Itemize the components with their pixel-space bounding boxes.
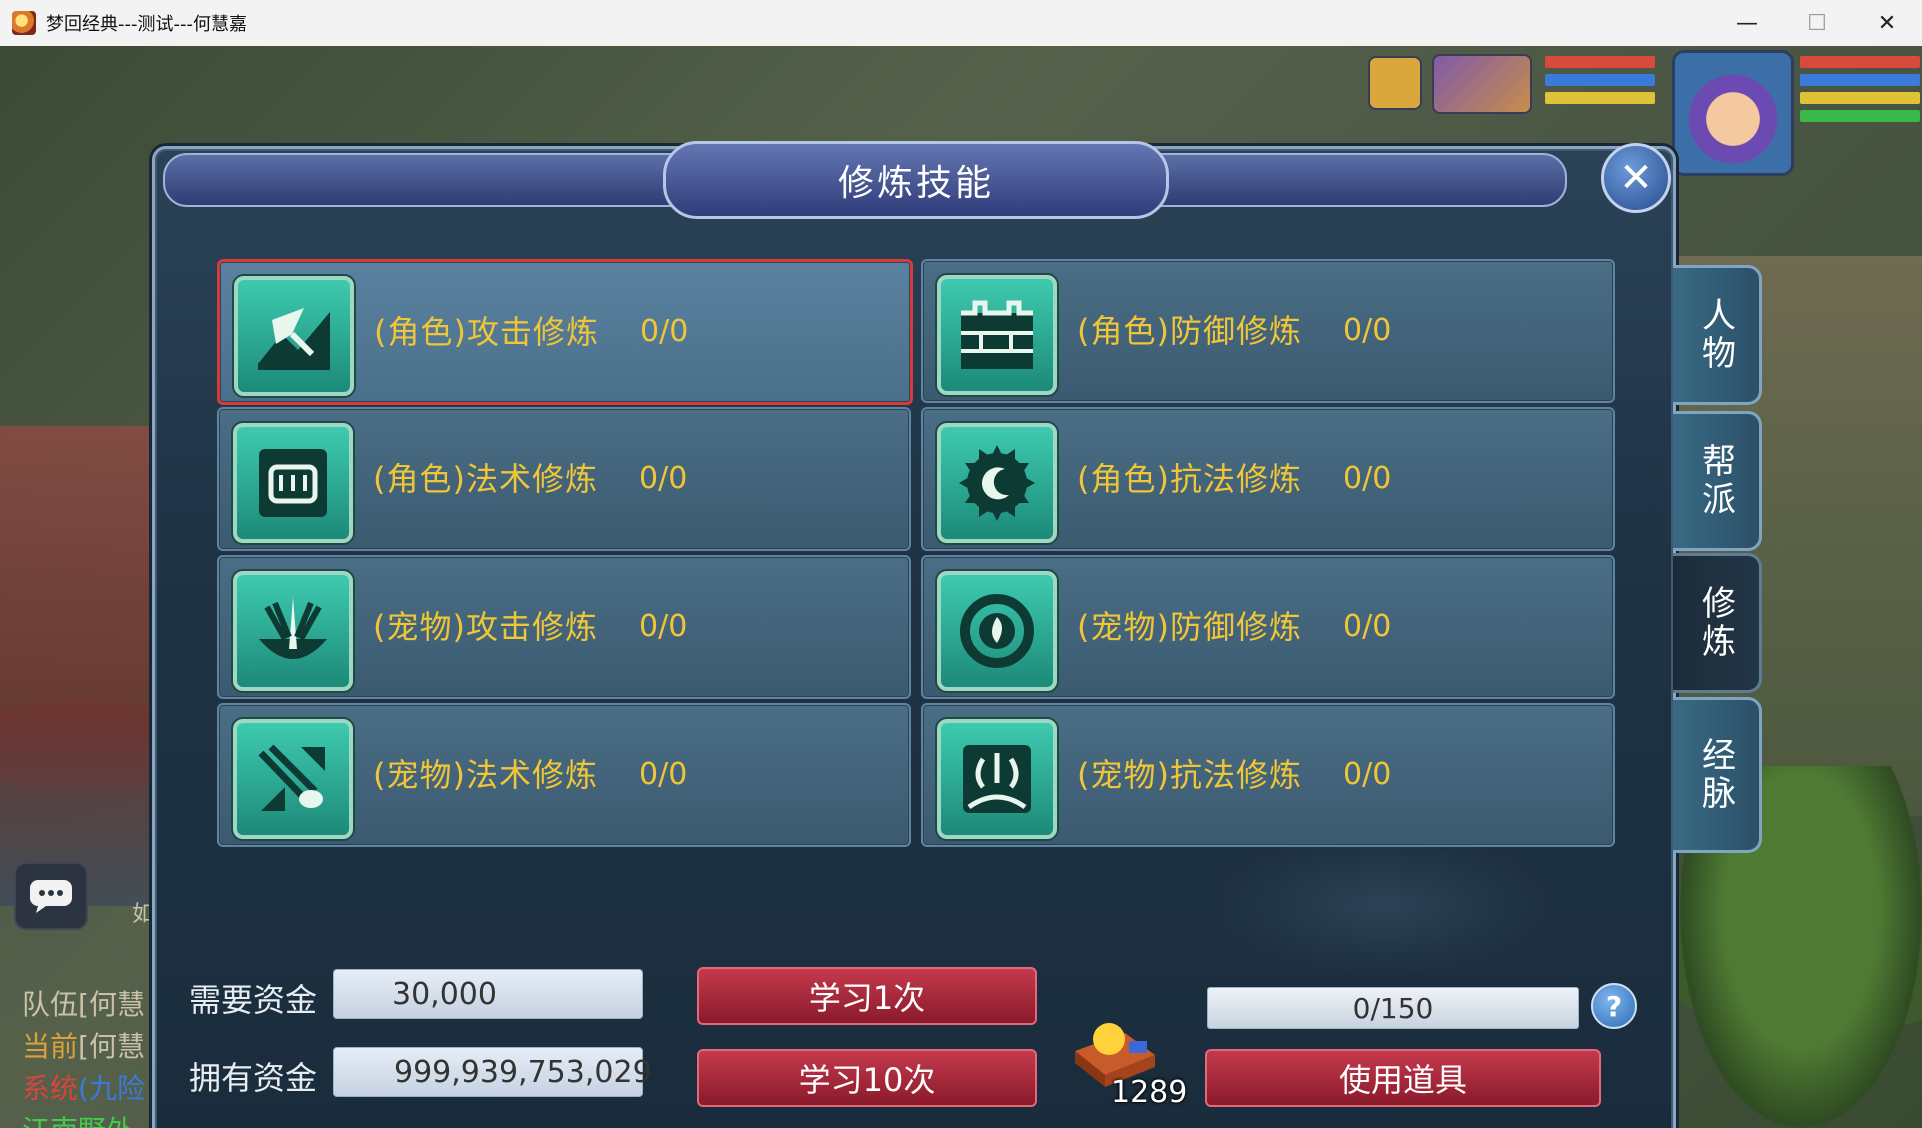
skill-role-defense[interactable]: (角色)防御修炼 0/0 <box>921 259 1615 403</box>
help-icon[interactable]: ? <box>1591 983 1637 1029</box>
close-window-button[interactable]: ✕ <box>1852 0 1922 46</box>
background-building <box>0 426 150 906</box>
pet-portrait-2[interactable] <box>1432 54 1532 114</box>
skill-level: 0/0 <box>639 461 688 496</box>
learn-ten-times-button[interactable]: 学习10次 <box>697 1049 1037 1107</box>
player-avatar[interactable] <box>1672 50 1794 176</box>
skill-pet-magic[interactable]: (宠物)法术修炼 0/0 <box>217 703 911 847</box>
use-item-button[interactable]: 使用道具 <box>1205 1049 1601 1107</box>
skill-pet-attack[interactable]: (宠物)攻击修炼 0/0 <box>217 555 911 699</box>
chat-fragment: 如 <box>132 902 155 927</box>
game-scene: 如 队伍[何慧 当前[何慧 系统(九险 江南野外 修炼技能 ✕ (角色)攻击修炼… <box>0 46 1922 1128</box>
required-funds-label: 需要资金 <box>189 981 318 1019</box>
skill-name: (角色)防御修炼 <box>1077 312 1302 350</box>
skill-role-resist[interactable]: (角色)抗法修炼 0/0 <box>921 407 1615 551</box>
skill-name: (宠物)攻击修炼 <box>373 608 598 646</box>
player-status-bars <box>1800 56 1920 128</box>
item-count: 1289 <box>1111 1075 1188 1110</box>
skill-name: (角色)攻击修炼 <box>374 313 599 351</box>
skill-role-magic[interactable]: (角色)法术修炼 0/0 <box>217 407 911 551</box>
pet-portrait[interactable] <box>1368 56 1422 110</box>
skill-role-attack[interactable]: (角色)攻击修炼 0/0 <box>217 259 913 405</box>
chat-line: 系统(九险 <box>22 1072 145 1105</box>
tab-cultivation[interactable]: 修炼 <box>1673 553 1762 693</box>
skill-level: 0/0 <box>1343 461 1392 496</box>
chat-line: 江南野外 <box>22 1110 145 1128</box>
chat-line: 队伍[何慧 <box>22 988 145 1021</box>
cultivation-progress: 0/150 <box>1207 987 1579 1029</box>
tab-character[interactable]: 人物 <box>1673 265 1762 405</box>
required-funds-field: 30,000 <box>333 969 643 1019</box>
cultivation-dialog: 修炼技能 ✕ (角色)攻击修炼 0/0 (角色)防御修炼 0/0 (角色)法术修… <box>152 141 1762 1128</box>
app-icon <box>12 11 36 35</box>
learn-once-button[interactable]: 学习1次 <box>697 967 1037 1025</box>
skill-level: 0/0 <box>639 609 688 644</box>
pet-defense-icon <box>937 571 1057 691</box>
dialog-close-button[interactable]: ✕ <box>1601 143 1671 213</box>
chat-line: 当前[何慧 <box>22 1030 145 1063</box>
role-resist-icon <box>937 423 1057 543</box>
skill-name: (宠物)抗法修炼 <box>1077 756 1302 794</box>
role-defense-icon <box>937 275 1057 395</box>
maximize-button[interactable]: ☐ <box>1782 0 1852 46</box>
skill-level: 0/0 <box>1343 757 1392 792</box>
cloud-decoration <box>1203 831 1563 981</box>
skill-name: (角色)法术修炼 <box>373 460 598 498</box>
pet-status-bars <box>1545 56 1655 110</box>
skill-name: (宠物)法术修炼 <box>373 756 598 794</box>
skill-pet-defense[interactable]: (宠物)防御修炼 0/0 <box>921 555 1615 699</box>
dialog-title: 修炼技能 <box>663 141 1169 219</box>
skill-level: 0/0 <box>639 757 688 792</box>
skill-level: 0/0 <box>640 314 689 349</box>
close-icon: ✕ <box>1619 155 1653 201</box>
tab-guild[interactable]: 帮派 <box>1673 411 1762 551</box>
pet-attack-icon <box>233 571 353 691</box>
skill-level: 0/0 <box>1343 313 1392 348</box>
role-attack-icon <box>234 276 354 396</box>
role-magic-icon <box>233 423 353 543</box>
skill-level: 0/0 <box>1343 609 1392 644</box>
chat-log: 队伍[何慧 当前[何慧 系统(九险 江南野外 <box>22 984 145 1128</box>
tab-meridian[interactable]: 经脉 <box>1673 697 1762 853</box>
chat-bubble-icon <box>30 880 72 913</box>
owned-funds-label: 拥有资金 <box>189 1059 318 1097</box>
window-titlebar: 梦回经典---测试---何慧嘉 — ☐ ✕ <box>0 0 1922 47</box>
skill-pet-resist[interactable]: (宠物)抗法修炼 0/0 <box>921 703 1615 847</box>
skill-name: (角色)抗法修炼 <box>1077 460 1302 498</box>
pet-magic-icon <box>233 719 353 839</box>
pet-resist-icon <box>937 719 1057 839</box>
window-title: 梦回经典---测试---何慧嘉 <box>46 14 247 35</box>
owned-funds-field: 999,939,753,029 <box>333 1047 652 1097</box>
chat-toggle-button[interactable] <box>14 862 88 930</box>
skill-name: (宠物)防御修炼 <box>1077 608 1302 646</box>
minimize-button[interactable]: — <box>1712 0 1782 46</box>
